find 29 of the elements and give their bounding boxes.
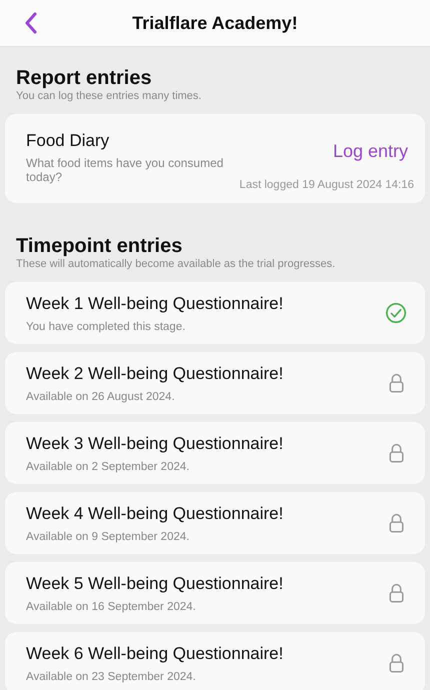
timepoint-card[interactable]: Week 4 Well-being Questionnaire! Available on 9 September 2024. [5, 492, 425, 554]
section-subtitle: These will automatically become available as the trial progresses. [16, 258, 336, 270]
entry-title: Week 4 Well-being Questionnaire! [26, 504, 284, 524]
entry-title: Food Diary [26, 131, 110, 151]
entry-note: Available on 23 September 2024. [26, 670, 197, 682]
section-subtitle: You can log these entries many times. [16, 90, 202, 102]
report-card[interactable]: Food Diary What food items have you consumed today? Log entry Last logged 19 August 2024 14:16 [5, 114, 425, 203]
entry-note: Available on 16 September 2024. [26, 600, 197, 612]
timepoint-card[interactable]: Week 6 Well-being Questionnaire! Available on 23 September 2024. [5, 632, 425, 690]
section-title: Timepoint entries [16, 234, 184, 258]
timepoint-card[interactable]: Week 1 Well-being Questionnaire! You have completed this stage. [5, 282, 425, 344]
log-entry-link[interactable]: Log entry [332, 141, 414, 162]
timepoint-card[interactable]: Week 2 Well-being Questionnaire! Available on 26 August 2024. [5, 352, 425, 414]
entry-title: Week 1 Well-being Questionnaire! [26, 294, 284, 314]
back-icon [24, 12, 38, 34]
entry-title: Week 2 Well-being Questionnaire! [26, 364, 284, 384]
last-logged-text: Last logged 19 August 2024 14:16 [239, 179, 414, 191]
entry-title: Week 5 Well-being Questionnaire! [26, 574, 284, 594]
entry-note: You have completed this stage. [26, 320, 186, 332]
entry-note: Available on 26 August 2024. [26, 390, 176, 402]
entry-title: Week 6 Well-being Questionnaire! [26, 644, 284, 664]
entry-note: Available on 2 September 2024. [26, 460, 190, 472]
entry-note: Available on 9 September 2024. [26, 530, 190, 542]
header-title: Trialflare Academy! [132, 12, 298, 34]
entry-title: Week 3 Well-being Questionnaire! [26, 434, 284, 454]
section-title: Report entries [16, 66, 153, 90]
timepoint-card[interactable]: Week 5 Well-being Questionnaire! Available on 16 September 2024. [5, 562, 425, 624]
entry-description: What food items have you consumed today? [26, 156, 224, 184]
timepoint-card[interactable]: Week 3 Well-being Questionnaire! Available on 2 September 2024. [5, 422, 425, 484]
